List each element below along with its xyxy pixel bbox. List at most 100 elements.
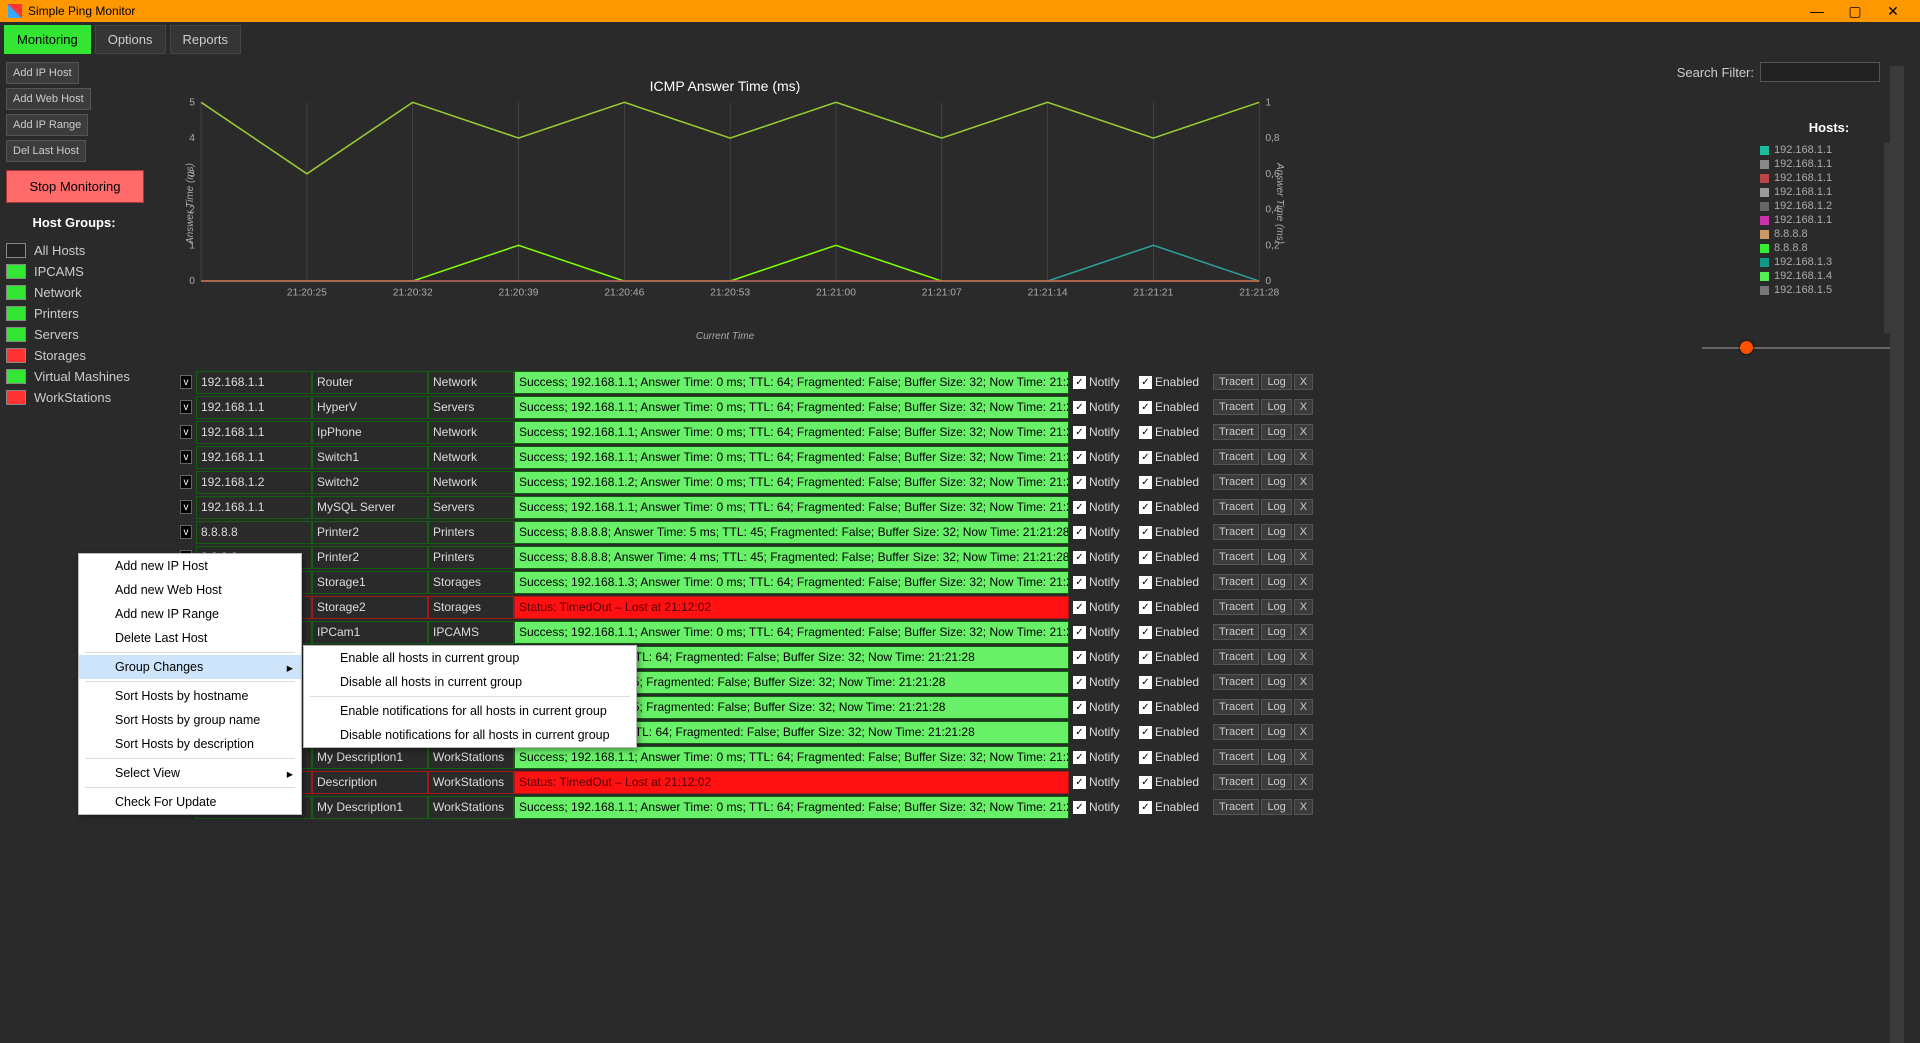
delete-row-button[interactable]: X: [1294, 599, 1313, 615]
cell-notify[interactable]: ✓Notify: [1069, 471, 1135, 494]
context-item[interactable]: Add new Web Host: [79, 578, 301, 602]
tab-options[interactable]: Options: [95, 25, 166, 54]
checkbox-icon[interactable]: ✓: [1073, 651, 1086, 664]
delete-row-button[interactable]: X: [1294, 524, 1313, 540]
tracert-button[interactable]: Tracert: [1213, 474, 1259, 490]
checkbox-icon[interactable]: ✓: [1139, 626, 1152, 639]
legend-item[interactable]: 192.168.1.1: [1760, 143, 1884, 157]
cell-group[interactable]: Servers: [428, 396, 514, 419]
delete-row-button[interactable]: X: [1294, 499, 1313, 515]
cell-ip[interactable]: 192.168.1.1: [196, 371, 312, 394]
log-button[interactable]: Log: [1261, 399, 1291, 415]
checkbox-icon[interactable]: ✓: [1139, 801, 1152, 814]
table-row[interactable]: v192.168.1.2Switch2NetworkSuccess; 192.1…: [176, 470, 1336, 494]
cell-group[interactable]: Storages: [428, 596, 514, 619]
tracert-button[interactable]: Tracert: [1213, 699, 1259, 715]
row-toggle[interactable]: v: [176, 521, 196, 544]
cell-enabled[interactable]: ✓Enabled: [1135, 496, 1209, 519]
cell-name[interactable]: Description: [312, 771, 428, 794]
cell-group[interactable]: WorkStations: [428, 796, 514, 819]
checkbox-icon[interactable]: ✓: [1139, 651, 1152, 664]
cell-name[interactable]: Switch1: [312, 446, 428, 469]
log-button[interactable]: Log: [1261, 699, 1291, 715]
delete-row-button[interactable]: X: [1294, 799, 1313, 815]
cell-name[interactable]: IpPhone: [312, 421, 428, 444]
legend-item[interactable]: 192.168.1.5: [1760, 283, 1884, 297]
log-button[interactable]: Log: [1261, 374, 1291, 390]
checkbox-icon[interactable]: ✓: [1139, 726, 1152, 739]
context-item[interactable]: Check For Update: [79, 790, 301, 814]
cell-ip[interactable]: 192.168.1.1: [196, 396, 312, 419]
log-button[interactable]: Log: [1261, 524, 1291, 540]
context-item[interactable]: Group Changes: [79, 655, 301, 679]
cell-group[interactable]: Network: [428, 421, 514, 444]
cell-notify[interactable]: ✓Notify: [1069, 421, 1135, 444]
checkbox-icon[interactable]: ✓: [1073, 676, 1086, 689]
cell-name[interactable]: My Description1: [312, 746, 428, 769]
host-group-item[interactable]: Storages: [4, 345, 144, 366]
checkbox-icon[interactable]: ✓: [1073, 701, 1086, 714]
checkbox-icon[interactable]: ✓: [1073, 751, 1086, 764]
cell-enabled[interactable]: ✓Enabled: [1135, 721, 1209, 744]
maximize-button[interactable]: ▢: [1836, 1, 1874, 21]
cell-name[interactable]: IPCam1: [312, 621, 428, 644]
cell-notify[interactable]: ✓Notify: [1069, 771, 1135, 794]
search-input[interactable]: [1760, 62, 1880, 82]
cell-notify[interactable]: ✓Notify: [1069, 696, 1135, 719]
tracert-button[interactable]: Tracert: [1213, 749, 1259, 765]
log-button[interactable]: Log: [1261, 799, 1291, 815]
tracert-button[interactable]: Tracert: [1213, 399, 1259, 415]
context-item[interactable]: Sort Hosts by hostname: [79, 684, 301, 708]
tracert-button[interactable]: Tracert: [1213, 624, 1259, 640]
legend-item[interactable]: 8.8.8.8: [1760, 227, 1884, 241]
row-toggle[interactable]: v: [176, 421, 196, 444]
cell-group[interactable]: IPCAMS: [428, 621, 514, 644]
legend-item[interactable]: 192.168.1.4: [1760, 269, 1884, 283]
log-button[interactable]: Log: [1261, 749, 1291, 765]
cell-notify[interactable]: ✓Notify: [1069, 796, 1135, 819]
minimize-button[interactable]: —: [1798, 1, 1836, 21]
checkbox-icon[interactable]: ✓: [1073, 726, 1086, 739]
legend-item[interactable]: 192.168.1.3: [1760, 255, 1884, 269]
cell-name[interactable]: Switch2: [312, 471, 428, 494]
checkbox-icon[interactable]: ✓: [1139, 426, 1152, 439]
checkbox-icon[interactable]: ✓: [1139, 501, 1152, 514]
cell-group[interactable]: Printers: [428, 521, 514, 544]
log-button[interactable]: Log: [1261, 499, 1291, 515]
cell-enabled[interactable]: ✓Enabled: [1135, 771, 1209, 794]
cell-notify[interactable]: ✓Notify: [1069, 671, 1135, 694]
checkbox-icon[interactable]: ✓: [1073, 801, 1086, 814]
cell-notify[interactable]: ✓Notify: [1069, 646, 1135, 669]
delete-row-button[interactable]: X: [1294, 649, 1313, 665]
delete-row-button[interactable]: X: [1294, 724, 1313, 740]
tracert-button[interactable]: Tracert: [1213, 549, 1259, 565]
checkbox-icon[interactable]: ✓: [1073, 776, 1086, 789]
legend-item[interactable]: 192.168.1.1: [1760, 185, 1884, 199]
cell-group[interactable]: Servers: [428, 496, 514, 519]
table-row[interactable]: vDescriptionWorkStationsStatus: TimedOut…: [176, 770, 1336, 794]
cell-enabled[interactable]: ✓Enabled: [1135, 521, 1209, 544]
hosts-legend-list[interactable]: 192.168.1.1192.168.1.1192.168.1.1192.168…: [1760, 143, 1898, 333]
cell-enabled[interactable]: ✓Enabled: [1135, 796, 1209, 819]
legend-item[interactable]: 192.168.1.2: [1760, 199, 1884, 213]
checkbox-icon[interactable]: ✓: [1139, 451, 1152, 464]
log-button[interactable]: Log: [1261, 574, 1291, 590]
log-button[interactable]: Log: [1261, 624, 1291, 640]
log-button[interactable]: Log: [1261, 649, 1291, 665]
context-item[interactable]: Delete Last Host: [79, 626, 301, 650]
stop-monitoring-button[interactable]: Stop Monitoring: [6, 170, 144, 203]
row-toggle[interactable]: v: [176, 471, 196, 494]
cell-enabled[interactable]: ✓Enabled: [1135, 696, 1209, 719]
cell-group[interactable]: WorkStations: [428, 746, 514, 769]
cell-notify[interactable]: ✓Notify: [1069, 621, 1135, 644]
context-item[interactable]: Add new IP Range: [79, 602, 301, 626]
scrollbar-vertical[interactable]: [1890, 66, 1904, 1043]
cell-enabled[interactable]: ✓Enabled: [1135, 396, 1209, 419]
tracert-button[interactable]: Tracert: [1213, 774, 1259, 790]
cell-enabled[interactable]: ✓Enabled: [1135, 421, 1209, 444]
cell-notify[interactable]: ✓Notify: [1069, 371, 1135, 394]
host-group-item[interactable]: Network: [4, 282, 144, 303]
delete-row-button[interactable]: X: [1294, 474, 1313, 490]
checkbox-icon[interactable]: ✓: [1073, 451, 1086, 464]
table-row[interactable]: v192.168.1.1My Description1WorkStationsS…: [176, 795, 1336, 819]
